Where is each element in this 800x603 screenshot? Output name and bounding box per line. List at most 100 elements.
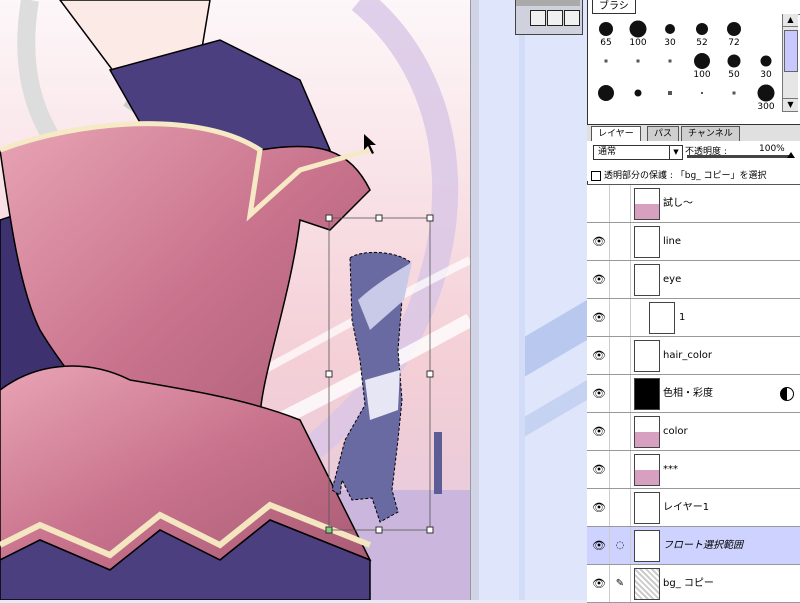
link-slot[interactable] xyxy=(610,337,631,374)
brush-preset[interactable] xyxy=(654,80,686,112)
brushes-tab[interactable]: ブラシ xyxy=(592,0,636,14)
brush-preset[interactable]: 100 xyxy=(622,16,654,48)
eye-icon[interactable]: 👁 xyxy=(589,223,610,260)
eye-icon[interactable]: 👁 xyxy=(589,375,610,412)
brush-preset[interactable]: 300 xyxy=(750,80,782,112)
eye-icon[interactable]: 👁 xyxy=(589,565,610,602)
preserve-transparency-checkbox[interactable] xyxy=(591,170,601,181)
brush-tip-icon xyxy=(694,53,710,70)
link-slot[interactable] xyxy=(610,413,631,450)
brush-tip-icon xyxy=(732,91,736,95)
brush-preset[interactable] xyxy=(590,48,622,80)
brush-preset[interactable] xyxy=(750,16,782,48)
layer-row[interactable]: 👁 色相・彩度 xyxy=(587,375,800,413)
layer-controls: 通常 ▼ 不透明度 : 100% 透明部分の保護 : 「bg_ コピー」を選択 xyxy=(587,141,800,181)
brush-preset[interactable] xyxy=(654,48,686,80)
opacity-slider[interactable] xyxy=(687,152,795,158)
brush-preset[interactable]: 100 xyxy=(686,48,718,80)
brush-preset[interactable]: 30 xyxy=(750,48,782,80)
blend-mode-select[interactable]: 通常 ▼ xyxy=(593,145,683,160)
layer-name: フロート選択範囲 xyxy=(663,540,743,551)
brush-preset[interactable]: 72 xyxy=(718,16,750,48)
layer-thumbnail xyxy=(634,454,660,486)
desktop-background xyxy=(479,0,587,600)
brush-tip-icon xyxy=(757,84,775,102)
tab-paths[interactable]: パス xyxy=(647,126,680,141)
brush-preset[interactable]: 52 xyxy=(686,16,718,48)
standard-mode-button[interactable] xyxy=(530,10,546,26)
eye-icon[interactable]: 👁 xyxy=(589,337,610,374)
link-slot[interactable] xyxy=(610,261,631,298)
link-slot[interactable] xyxy=(610,451,631,488)
brush-tip-icon xyxy=(701,92,703,95)
layer-row[interactable]: 👁 *** xyxy=(587,451,800,489)
layer-name: 1 xyxy=(679,312,686,323)
full-screen-menu-button[interactable] xyxy=(564,10,580,26)
scroll-down-arrow-icon[interactable]: ▼ xyxy=(783,98,798,112)
link-slot[interactable] xyxy=(610,375,631,412)
brush-preset[interactable] xyxy=(622,48,654,80)
full-screen-mode-button[interactable] xyxy=(547,10,563,26)
opacity-value[interactable]: 100% xyxy=(759,144,785,154)
layer-thumbnail xyxy=(634,492,660,524)
brush-size-label: 100 xyxy=(693,70,711,80)
tab-layers[interactable]: レイヤー xyxy=(591,126,641,141)
eye-icon[interactable]: 👁 xyxy=(589,261,610,298)
link-slot[interactable] xyxy=(610,489,631,526)
link-slot[interactable] xyxy=(610,299,631,336)
layer-thumbnail xyxy=(649,302,675,334)
layer-name: レイヤー1 xyxy=(663,502,710,513)
brush-preset[interactable] xyxy=(718,80,750,112)
dotted-circle-icon[interactable]: ◌ xyxy=(610,527,631,564)
brushes-palette-header: ブラシ xyxy=(588,0,800,15)
brush-preset[interactable] xyxy=(686,80,718,112)
blend-mode-value: 通常 xyxy=(598,147,617,157)
scroll-thumb[interactable] xyxy=(784,30,798,72)
layer-row[interactable]: 試し〜 xyxy=(587,185,800,223)
brush-preset[interactable] xyxy=(622,80,654,112)
preserve-transparency[interactable]: 透明部分の保護 : 「bg_ コピー」を選択 xyxy=(591,168,767,181)
hidden-eye-slot[interactable] xyxy=(589,185,610,222)
layer-name: hair_color xyxy=(663,350,712,361)
brush-scrollbar[interactable]: ▲ ▼ xyxy=(782,14,798,112)
brush-preset[interactable]: 50 xyxy=(718,48,750,80)
eye-icon[interactable]: 👁 xyxy=(589,413,610,450)
brush-tip-icon xyxy=(727,54,741,68)
layer-row[interactable]: 👁 color xyxy=(587,413,800,451)
eye-icon[interactable]: 👁 xyxy=(589,527,610,564)
chevron-down-icon: ▼ xyxy=(669,146,682,159)
layer-row[interactable]: 👁 レイヤー1 xyxy=(587,489,800,527)
scroll-up-arrow-icon[interactable]: ▲ xyxy=(783,14,798,27)
layer-row[interactable]: 👁 1 xyxy=(587,299,800,337)
opacity-slider-knob[interactable] xyxy=(787,152,795,158)
tool-palette-fragment xyxy=(515,0,583,35)
eye-icon[interactable]: 👁 xyxy=(589,451,610,488)
brush-preset[interactable] xyxy=(590,80,622,112)
preserve-transparency-label: 透明部分の保護 : 「bg_ コピー」を選択 xyxy=(604,171,767,181)
brush-tip-icon xyxy=(634,89,642,97)
layer-name: *** xyxy=(663,464,678,475)
eye-icon[interactable]: 👁 xyxy=(589,299,610,336)
brush-preset[interactable]: 30 xyxy=(654,16,686,48)
tool-palette-titlebar[interactable] xyxy=(516,0,580,6)
layer-thumbnail xyxy=(634,188,660,220)
brush-preset[interactable]: 65 xyxy=(590,16,622,48)
layer-name: bg_ コピー xyxy=(663,578,714,589)
artwork-illustration xyxy=(0,0,470,600)
layer-thumbnail xyxy=(634,340,660,372)
layer-row[interactable]: 👁 ✎ bg_ コピー xyxy=(587,565,800,603)
tab-channels[interactable]: チャンネル xyxy=(681,126,740,141)
layer-row[interactable]: 👁 hair_color xyxy=(587,337,800,375)
layer-name: line xyxy=(663,236,682,247)
document-canvas[interactable] xyxy=(0,0,470,600)
layers-list: 試し〜 👁 line 👁 eye 👁 1 👁 hair_color 👁 色相・彩度 👁 color 👁 **… xyxy=(587,184,800,603)
layer-row[interactable]: 👁 line xyxy=(587,223,800,261)
layer-thumbnail xyxy=(634,568,660,600)
link-slot[interactable] xyxy=(610,223,631,260)
brush-icon[interactable]: ✎ xyxy=(610,565,631,602)
eye-icon[interactable]: 👁 xyxy=(589,489,610,526)
layer-row[interactable]: 👁 ◌ フロート選択範囲 xyxy=(587,527,800,565)
layer-row[interactable]: 👁 eye xyxy=(587,261,800,299)
link-slot[interactable] xyxy=(610,185,631,222)
desktop-pattern xyxy=(519,20,587,600)
